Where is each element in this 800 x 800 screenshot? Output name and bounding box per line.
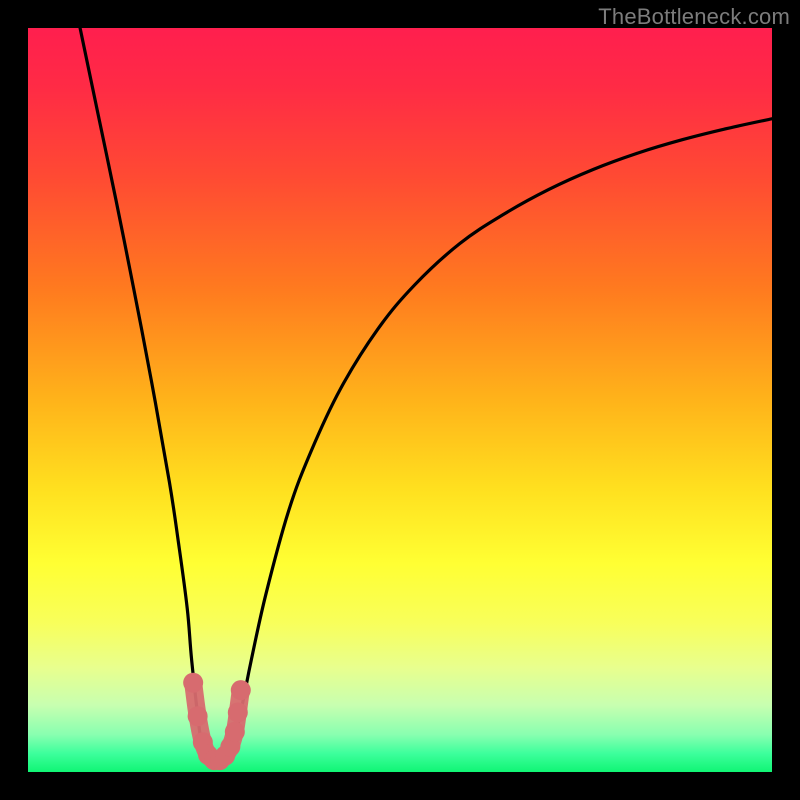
highlight-marker [188,706,208,726]
highlight-marker [231,680,251,700]
bottleneck-curve [80,28,772,763]
highlight-marker [183,673,203,693]
watermark-text: TheBottleneck.com [598,4,790,30]
curve-layer [28,28,772,772]
highlight-marker [228,702,248,722]
highlight-marker [225,722,245,742]
chart-plot-area [28,28,772,772]
chart-frame: TheBottleneck.com [0,0,800,800]
